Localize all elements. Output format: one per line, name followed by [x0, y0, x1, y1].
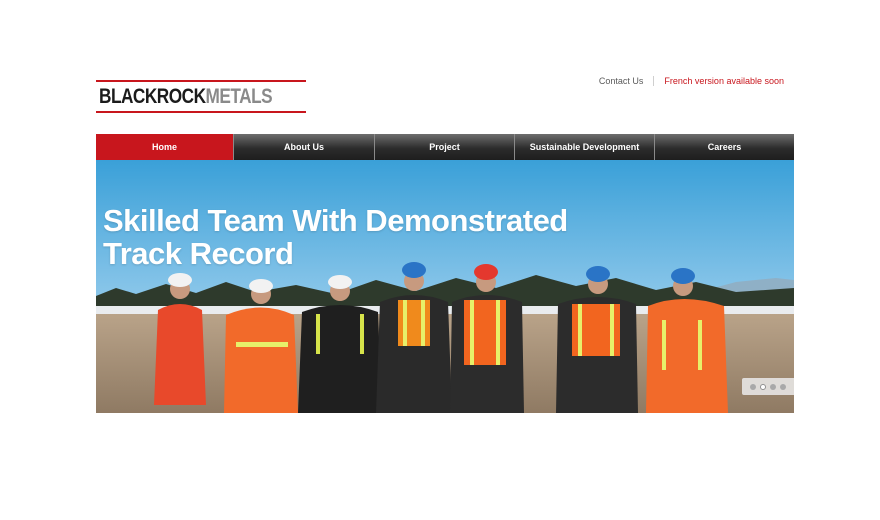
hero-image	[96, 160, 794, 413]
nav-item-label: Careers	[707, 142, 742, 152]
nav-item-sustainable-development[interactable]: Sustainable Development	[514, 134, 654, 160]
nav-item-label: Home	[151, 142, 177, 152]
nav-item-careers[interactable]: Careers	[654, 134, 794, 160]
hero-slider[interactable]: Skilled Team With Demonstrated Track Rec…	[96, 160, 794, 413]
nav-item-label: Project	[429, 142, 460, 152]
slider-dot[interactable]	[750, 383, 756, 390]
nav-item-project[interactable]: Project	[374, 134, 514, 160]
hero-title-line-1: Skilled Team With Demonstrated	[103, 203, 568, 238]
nav-item-home[interactable]: Home	[96, 134, 233, 160]
slider-pagination	[742, 378, 794, 395]
hero-title: Skilled Team With Demonstrated Track Rec…	[103, 204, 568, 270]
brand-logo[interactable]: BLACKROCKMETALS	[96, 80, 306, 113]
main-nav: Home About Us Project Sustainable Develo…	[96, 134, 794, 160]
nav-item-about-us[interactable]: About Us	[233, 134, 374, 160]
contact-us-link[interactable]: Contact Us	[599, 76, 644, 86]
nav-item-label: About Us	[284, 142, 324, 152]
nav-item-label: Sustainable Development	[529, 142, 640, 152]
hero-title-line-2: Track Record	[103, 236, 294, 271]
slider-dot[interactable]	[770, 383, 776, 390]
french-version-link[interactable]: French version available soon	[664, 76, 784, 86]
top-links-divider	[653, 76, 655, 86]
brand-name-black: BLACKROCK	[99, 85, 206, 108]
top-links: Contact Us French version available soon	[599, 76, 784, 86]
brand-name-metals: METALS	[205, 85, 273, 108]
slider-dot-active[interactable]	[760, 383, 766, 390]
brand-wordmark: BLACKROCKMETALS	[99, 85, 273, 108]
slider-dot[interactable]	[780, 383, 786, 390]
